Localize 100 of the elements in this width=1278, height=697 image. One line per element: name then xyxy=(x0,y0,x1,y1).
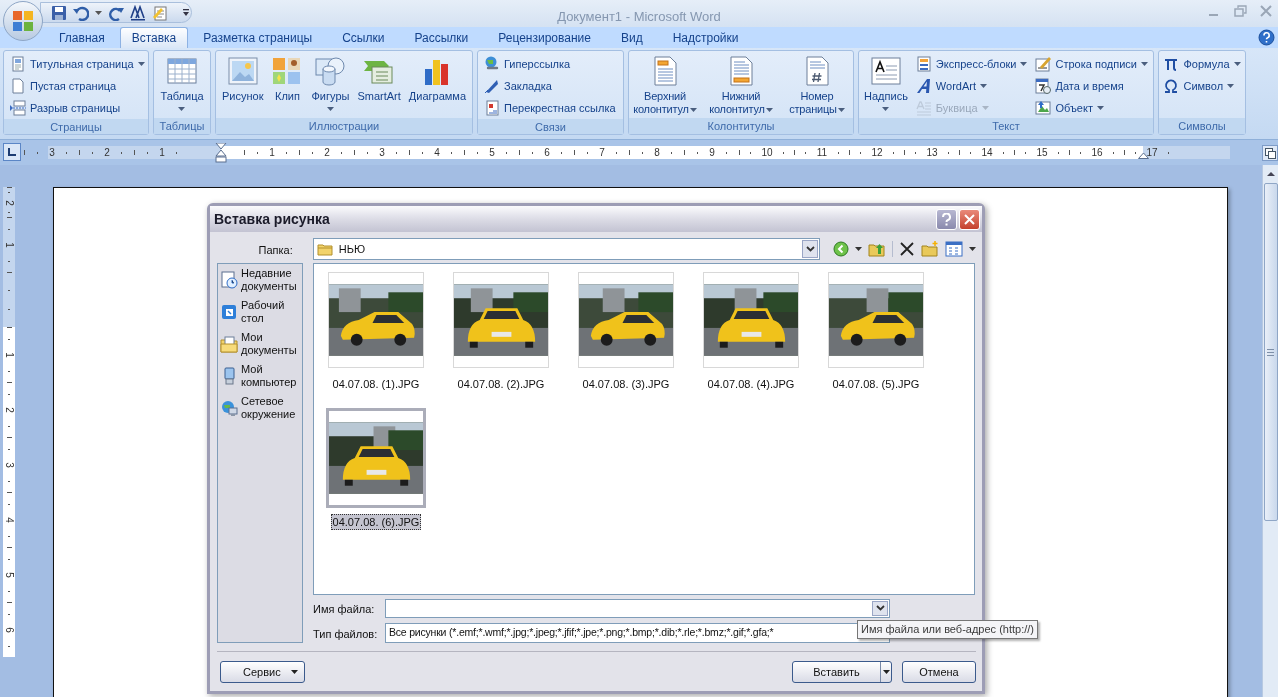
ribbon-button[interactable]: Формула xyxy=(1161,53,1243,75)
ribbon-button[interactable]: Титульная страница xyxy=(8,53,147,75)
customize-menu-icon[interactable] xyxy=(182,9,190,17)
ribbon-button[interactable]: Номер страницы xyxy=(780,53,854,116)
office-button[interactable] xyxy=(3,1,43,41)
ruler-number: 3 xyxy=(379,147,385,158)
place-link[interactable]: Сетевое окружение xyxy=(241,395,302,421)
indent-marker[interactable] xyxy=(215,143,227,163)
ribbon-button[interactable]: Строка подписи xyxy=(1033,53,1150,75)
help-icon xyxy=(941,212,952,226)
ribbon-button[interactable]: Объект xyxy=(1033,97,1106,119)
caret-icon xyxy=(291,670,298,674)
delete-icon[interactable] xyxy=(899,241,915,257)
ribbon-button[interactable]: Гиперссылка xyxy=(482,53,573,75)
ribbon-tab[interactable]: Разметка страницы xyxy=(188,27,328,48)
file-name[interactable]: 04.07.08. (1).JPG xyxy=(330,376,422,392)
ribbon-button[interactable]: Символ xyxy=(1161,75,1237,97)
ribbon-tab[interactable]: Вид xyxy=(605,27,658,48)
table-icon xyxy=(166,55,198,87)
thumbnail[interactable] xyxy=(326,408,426,508)
quick-parts-icon xyxy=(915,56,932,72)
ribbon-button[interactable]: Нижний колонтитул xyxy=(704,53,778,116)
undo-icon[interactable] xyxy=(73,4,89,21)
place-link[interactable]: Недавние документы xyxy=(241,267,302,293)
ribbon-button[interactable]: Надпись xyxy=(862,53,910,111)
omega-icon xyxy=(1163,78,1180,94)
file-name-field[interactable] xyxy=(385,598,890,618)
ribbon-tab[interactable]: Надстройки xyxy=(657,27,754,48)
file-name[interactable]: 04.07.08. (4).JPG xyxy=(705,376,797,392)
thumbnail[interactable] xyxy=(828,272,924,368)
group-label: Таблицы xyxy=(159,119,205,133)
ribbon-button[interactable]: Пустая страница xyxy=(8,75,119,97)
save-icon[interactable] xyxy=(51,4,67,21)
place-link[interactable]: Мой компьютер xyxy=(241,363,302,389)
vertical-scrollbar[interactable] xyxy=(1262,165,1278,697)
group-label: Колонтитулы xyxy=(707,119,775,133)
caret-icon xyxy=(882,670,890,674)
ribbon-tab[interactable]: Рассылки xyxy=(399,27,484,48)
ribbon-button[interactable]: WordArt xyxy=(913,75,989,97)
ribbon-tab[interactable]: Главная xyxy=(44,27,120,48)
cancel-button[interactable]: Отмена xyxy=(902,661,976,683)
close-icon xyxy=(964,213,975,225)
insert-button[interactable]: Вставить xyxy=(792,661,892,683)
help-button[interactable] xyxy=(936,208,957,230)
folder-name: НЬЮ xyxy=(338,241,365,257)
tools-button[interactable]: Сервис xyxy=(220,661,305,683)
tab-selector-button[interactable] xyxy=(3,143,21,161)
page-break-icon xyxy=(10,100,26,116)
ruler-toggle-icon xyxy=(1264,147,1276,159)
chevron-down-icon[interactable] xyxy=(875,605,885,611)
thumbnail[interactable] xyxy=(328,272,424,368)
ribbon-button[interactable]: SmartArt xyxy=(355,53,403,103)
ruler-number: 5 xyxy=(4,572,14,578)
pi-icon xyxy=(1163,56,1180,72)
ribbon-button[interactable]: Рисунок xyxy=(220,53,266,103)
file-name[interactable]: 04.07.08. (6).JPG xyxy=(330,514,422,530)
scroll-thumb[interactable] xyxy=(1263,183,1278,521)
ruler-number: 3 xyxy=(4,462,14,468)
desktop-icon[interactable] xyxy=(220,303,238,321)
close-button[interactable] xyxy=(959,208,980,230)
ribbon-button[interactable]: Перекрестная ссылка xyxy=(482,97,618,119)
recent-documents-icon[interactable] xyxy=(220,271,238,289)
ruler-number: 10 xyxy=(761,147,773,158)
thumbnail[interactable] xyxy=(453,272,549,368)
ribbon-button[interactable]: Верхний колонтитул xyxy=(628,53,702,116)
ribbon-button[interactable]: Разрыв страницы xyxy=(8,97,123,119)
ribbon-tab[interactable]: Рецензирование xyxy=(483,27,606,48)
tooltip: Имя файла или веб-адрес (http://) xyxy=(857,620,1038,639)
ribbon-button[interactable]: Клип xyxy=(269,53,306,103)
ribbon-button[interactable]: Закладка xyxy=(482,75,554,97)
place-link[interactable]: Мои документы xyxy=(241,331,302,357)
view-ruler-button[interactable] xyxy=(1262,145,1278,161)
network-icon[interactable] xyxy=(220,399,238,417)
documents-folder-icon[interactable] xyxy=(220,335,238,353)
folder-up-icon[interactable] xyxy=(868,241,886,257)
ribbon-tab[interactable]: Ссылки xyxy=(327,27,400,48)
spelling-icon[interactable] xyxy=(130,4,146,21)
views-icon[interactable] xyxy=(945,241,963,257)
file-name[interactable]: 04.07.08. (2).JPG xyxy=(455,376,547,392)
right-indent-marker[interactable] xyxy=(1138,152,1149,159)
ribbon-button[interactable]: Диаграмма xyxy=(406,53,468,103)
folder-dropdown[interactable]: НЬЮ xyxy=(312,238,820,260)
ribbon-tab[interactable]: Вставка xyxy=(119,27,189,48)
file-name[interactable]: 04.07.08. (3).JPG xyxy=(580,376,672,392)
file-name[interactable]: 04.07.08. (5).JPG xyxy=(830,376,922,392)
thumbnail[interactable] xyxy=(703,272,799,368)
help-icon[interactable] xyxy=(1258,29,1275,46)
text-box-icon xyxy=(869,55,902,87)
ribbon-button[interactable]: Таблица xyxy=(158,53,206,111)
cover-page-icon xyxy=(10,56,26,72)
caret-icon xyxy=(969,247,976,251)
caret-icon xyxy=(95,10,102,15)
ribbon-button[interactable]: Дата и время xyxy=(1033,75,1126,97)
ruler-number: 1 xyxy=(4,352,14,358)
back-icon[interactable] xyxy=(833,241,849,257)
ribbon-button[interactable]: Фигуры xyxy=(309,53,352,111)
ruler-number: 13 xyxy=(926,147,938,158)
place-link[interactable]: Рабочий стол xyxy=(241,299,302,325)
thumbnail[interactable] xyxy=(578,272,674,368)
ribbon-button[interactable]: Экспресс-блоки xyxy=(913,53,1030,75)
